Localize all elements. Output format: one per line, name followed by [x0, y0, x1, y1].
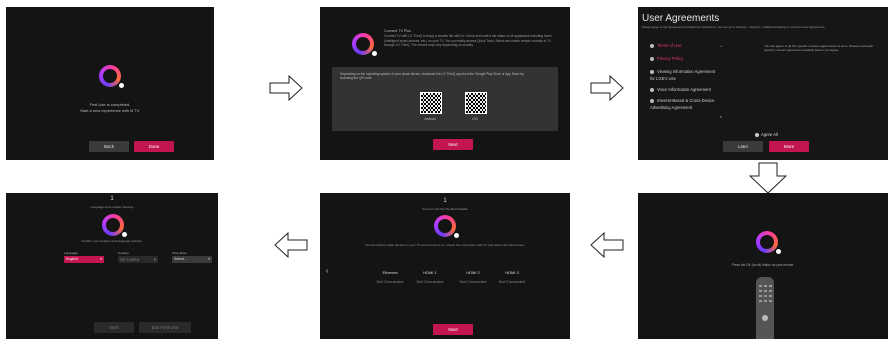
input-name-hdmi1: HDMI 1: [423, 270, 437, 275]
agreement-item-terms[interactable]: Terms of Use: [650, 43, 682, 48]
step-caption: Connect with Set Top Box/Satellite: [422, 207, 468, 211]
qr-panel: Depending on the operating system of you…: [332, 67, 558, 131]
timezone-select[interactable]: Select... ▾: [172, 256, 212, 263]
arrow-right-icon: [590, 75, 624, 101]
next-button[interactable]: Next: [433, 139, 473, 150]
agreement-item-privacy[interactable]: Privacy Policy: [650, 56, 683, 61]
exit-first-use-button[interactable]: Exit First Use: [139, 322, 191, 333]
chevron-down-icon: ▾: [153, 257, 156, 262]
remote-control-image: [756, 277, 774, 339]
completion-message-line1: First Use is completed.: [89, 102, 131, 107]
chevron-up-icon[interactable]: ^: [720, 44, 722, 49]
input-name-ethernet: Ethernet: [382, 270, 398, 275]
more-button[interactable]: More: [769, 141, 809, 152]
screen-connect-thinq: Connect TV Plus Connect TV with LG ThinQ…: [320, 7, 570, 160]
agree-all-label: Agree All: [761, 132, 778, 137]
chevron-down-icon: ▾: [100, 257, 102, 261]
qr-panel-text: Depending on the operating system of you…: [340, 72, 524, 81]
step-caption: Language and Location Settings: [90, 205, 134, 209]
chevron-left-icon[interactable]: ‹: [326, 268, 328, 275]
country-value: Sri Lanka: [120, 257, 140, 262]
input-status-hdmi2: Not Connected: [459, 279, 487, 284]
next-button[interactable]: Next: [433, 324, 473, 335]
input-status-hdmi1: Not Connected: [416, 279, 444, 284]
screen-user-agreements: User Agreements Please agree to the Agre…: [638, 7, 888, 160]
step-number: 1: [110, 196, 114, 202]
agreements-subtitle: Please agree to the Agreement and follow…: [642, 25, 826, 29]
qr-code-android: [420, 92, 442, 114]
agree-all-checkbox[interactable]: Agree All: [755, 132, 778, 137]
agreements-title: User Agreements: [642, 13, 720, 24]
country-select[interactable]: Sri Lanka ▾: [118, 256, 158, 263]
input-name-hdmi2: HDMI 2: [466, 270, 480, 275]
arrow-right-icon: [269, 75, 303, 101]
step-number: 1: [443, 198, 447, 204]
chevron-down-icon[interactable]: v: [720, 114, 722, 119]
arrow-left-icon: [590, 232, 624, 258]
arrow-left-icon: [274, 232, 308, 258]
screen-connect-devices: 1 Connect with Set Top Box/Satellite Con…: [320, 193, 570, 339]
lg-logo-icon: [352, 33, 377, 56]
chevron-down-icon: ▾: [208, 257, 210, 261]
later-button[interactable]: Later: [723, 141, 763, 152]
done-button[interactable]: Done: [134, 141, 174, 152]
arrow-down-icon: [748, 162, 788, 194]
next-button[interactable]: Next: [94, 322, 134, 333]
completion-message-line2: Start a new experience with lit TV.: [79, 108, 141, 113]
timezone-value: Select...: [174, 257, 187, 261]
agreement-item-advertising[interactable]: Interest-Based & Cross-Device Advertisin…: [650, 97, 716, 111]
lg-logo-icon: [99, 65, 124, 88]
agreement-detail-text: You can agree to all the specific consen…: [764, 44, 874, 52]
lg-logo-icon: [756, 231, 781, 254]
screen-remote-pairing: Press the OK (scroll) button on your rem…: [638, 193, 888, 339]
agreement-label: Privacy Policy: [657, 56, 684, 61]
lg-logo-icon: [434, 215, 459, 238]
language-instruction: Confirm your location and language setti…: [81, 239, 143, 243]
screen-first-use-completed: First Use is completed. Start a new expe…: [6, 7, 214, 160]
qr-label-android: Android: [424, 117, 436, 121]
input-status-ethernet: Not Connected: [376, 279, 404, 284]
language-value: English: [66, 257, 78, 261]
agreement-label: Viewing Information Agreement for LGE's …: [650, 69, 716, 81]
remote-instruction: Press the OK (scroll) button on your rem…: [731, 263, 795, 267]
agreement-label: Terms of Use: [657, 43, 682, 48]
input-name-hdmi3: HDMI 3: [505, 270, 519, 275]
input-status-hdmi3: Not Connected: [498, 279, 526, 284]
agreement-label: Voice Information Agreement: [657, 87, 711, 92]
agreement-label: Interest-Based & Cross-Device Advertisin…: [650, 98, 715, 110]
language-select[interactable]: English ▾: [64, 256, 104, 263]
screen-language-location: 1 Language and Location Settings Confirm…: [6, 193, 218, 339]
qr-code-ios: [465, 92, 487, 114]
connect-body: Connect TV with LG ThinQ to enjoy a smar…: [384, 34, 553, 48]
agreement-item-viewing[interactable]: Viewing Information Agreement for LGE's …: [650, 68, 720, 82]
agreement-item-voice[interactable]: Voice Information Agreement: [650, 87, 711, 92]
qr-label-ios: iOS: [472, 117, 478, 121]
connect-instruction: Connect all the cable devices to your TV…: [365, 243, 525, 247]
back-button[interactable]: Back: [89, 141, 129, 152]
lg-logo-icon: [102, 214, 127, 237]
